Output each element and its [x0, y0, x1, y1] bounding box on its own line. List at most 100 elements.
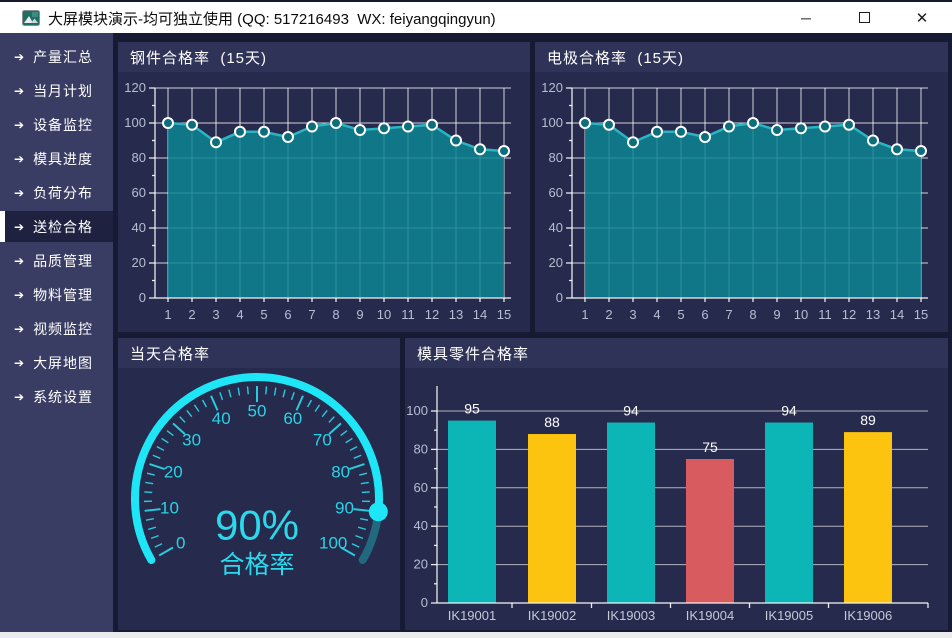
maximize-button[interactable]	[842, 2, 886, 33]
svg-text:100: 100	[124, 115, 146, 130]
sidebar-item-quality-management[interactable]: ➔品质管理	[0, 245, 113, 276]
svg-text:4: 4	[236, 307, 243, 322]
svg-text:95: 95	[464, 401, 480, 417]
svg-text:40: 40	[549, 220, 563, 235]
sidebar-item-material-management[interactable]: ➔ 物料管理	[0, 279, 113, 310]
svg-text:50: 50	[248, 402, 267, 421]
arrow-right-icon: ➔	[14, 85, 24, 97]
bar-IK19001	[448, 421, 496, 603]
sidebar-item-video-monitor[interactable]: ➔ 视频监控	[0, 313, 113, 344]
panel-electrode-pass-rate: 电极合格率 (15天) 0204060801001201234567891011…	[535, 42, 948, 332]
data-point-marker	[844, 120, 854, 130]
sidebar-item-device-monitor[interactable]: ➔设备监控	[0, 109, 113, 140]
svg-text:120: 120	[124, 80, 146, 95]
panel-mold-header: 模具零件合格率	[405, 338, 948, 368]
sidebar-item-load-distribution[interactable]: ➔ 负荷分布	[0, 177, 113, 208]
svg-text:IK19001: IK19001	[448, 608, 496, 623]
maximize-icon	[859, 12, 870, 23]
bar-IK19002	[528, 434, 576, 603]
svg-text:60: 60	[414, 480, 428, 495]
bars	[448, 421, 892, 603]
svg-text:11: 11	[401, 307, 415, 322]
arrow-right-icon: ➔	[14, 289, 24, 301]
svg-text:40: 40	[414, 518, 428, 533]
svg-text:1: 1	[164, 307, 171, 322]
sidebar-item-monthly-plan[interactable]: ➔当月计划	[0, 75, 113, 106]
svg-text:20: 20	[549, 255, 563, 270]
data-point-marker	[676, 127, 686, 137]
data-point-marker	[451, 136, 461, 146]
svg-text:80: 80	[549, 150, 563, 165]
svg-text:80: 80	[331, 462, 350, 481]
panel-steel-pass-rate: 钢件合格率 (15天) 0204060801001201234567891011…	[118, 42, 530, 332]
data-point-marker	[796, 123, 806, 133]
data-point-marker	[283, 132, 293, 142]
sidebar-item-system-settings[interactable]: ➔系统设置	[0, 381, 113, 412]
minimize-button[interactable]: ─	[784, 2, 828, 33]
panel-mold-title: 模具零件合格率	[417, 343, 529, 364]
svg-text:20: 20	[132, 255, 146, 270]
mold-parts-pass-rate-bar-chart: 020406080100958894759489IK19001IK19002IK…	[405, 368, 948, 630]
sidebar-item-mold-progress[interactable]: ➔模具进度	[0, 143, 113, 174]
panel-mold-parts-pass-rate: 模具零件合格率 020406080100958894759489IK19001I…	[405, 338, 948, 630]
svg-text:89: 89	[860, 412, 876, 428]
sidebar-item-big-screen-map[interactable]: ➔大屏地图	[0, 347, 113, 378]
sidebar-item-label: 负荷分布	[33, 183, 93, 203]
svg-text:6: 6	[284, 307, 291, 322]
svg-text:40: 40	[212, 409, 231, 428]
svg-text:60: 60	[132, 185, 146, 200]
data-point-marker	[427, 120, 437, 130]
arrow-right-icon: ➔	[14, 391, 24, 403]
arrow-right-icon: ➔	[14, 187, 24, 199]
svg-text:100: 100	[541, 115, 563, 130]
data-point-marker	[892, 144, 902, 154]
data-point-marker	[772, 125, 782, 135]
svg-text:94: 94	[781, 403, 797, 419]
sidebar-menu: ➔产量汇总➔当月计划➔设备监控➔模具进度➔负荷分布➔送检合格➔品质管理➔物料管理…	[0, 33, 113, 632]
data-point-marker	[916, 146, 926, 156]
data-point-marker	[187, 120, 197, 130]
svg-text:20: 20	[164, 462, 183, 481]
sidebar-item-production-summary[interactable]: ➔ 产量汇总	[0, 41, 113, 72]
data-point-marker	[379, 123, 389, 133]
minimize-icon: ─	[801, 10, 811, 26]
window-title: 大屏模块演示-均可独立使用 (QQ: 517216493 WX: feiyang…	[48, 8, 496, 29]
svg-text:5: 5	[260, 307, 267, 322]
data-point-marker	[307, 122, 317, 132]
app-window: 大屏模块演示-均可独立使用 (QQ: 517216493 WX: feiyang…	[0, 0, 952, 638]
data-point-marker	[868, 136, 878, 146]
close-button[interactable]: ✕	[900, 2, 944, 33]
arrow-right-icon: ➔	[14, 153, 24, 165]
arrow-right-icon: ➔	[14, 51, 24, 63]
panel-steel-title: 钢件合格率 (15天)	[130, 47, 267, 68]
svg-text:2: 2	[605, 307, 612, 322]
data-point-marker	[211, 137, 221, 147]
arrow-right-icon: ➔	[14, 323, 24, 335]
sidebar-item-label: 大屏地图	[33, 353, 93, 373]
bar-IK19006	[844, 432, 892, 603]
gauge-sub-label: 合格率	[219, 551, 294, 579]
svg-text:10: 10	[377, 307, 391, 322]
panel-today-pass-rate: 当天合格率 010203040506070809010090%合格率	[118, 338, 400, 630]
close-icon: ✕	[916, 9, 929, 27]
svg-text:IK19005: IK19005	[765, 608, 813, 623]
data-point-marker	[235, 127, 245, 137]
svg-text:120: 120	[541, 80, 563, 95]
bar-IK19003	[607, 423, 655, 603]
data-point-marker	[820, 122, 830, 132]
electrode-pass-rate-area-chart: 020406080100120123456789101112131415	[535, 72, 948, 332]
sidebar-item-label: 物料管理	[33, 285, 93, 305]
svg-text:IK19004: IK19004	[686, 608, 734, 623]
data-point-marker	[355, 125, 365, 135]
sidebar-item-inspection-pass[interactable]: ➔送检合格	[0, 211, 113, 242]
panel-electrode-header: 电极合格率 (15天)	[535, 42, 948, 72]
svg-text:12: 12	[425, 307, 439, 322]
svg-text:14: 14	[473, 307, 487, 322]
panel-today-title: 当天合格率	[130, 343, 210, 364]
svg-text:14: 14	[890, 307, 904, 322]
svg-text:15: 15	[914, 307, 928, 322]
sidebar-item-label: 视频监控	[33, 319, 93, 339]
data-point-marker	[628, 137, 638, 147]
svg-text:4: 4	[653, 307, 660, 322]
sidebar-item-label: 产量汇总	[33, 47, 93, 67]
